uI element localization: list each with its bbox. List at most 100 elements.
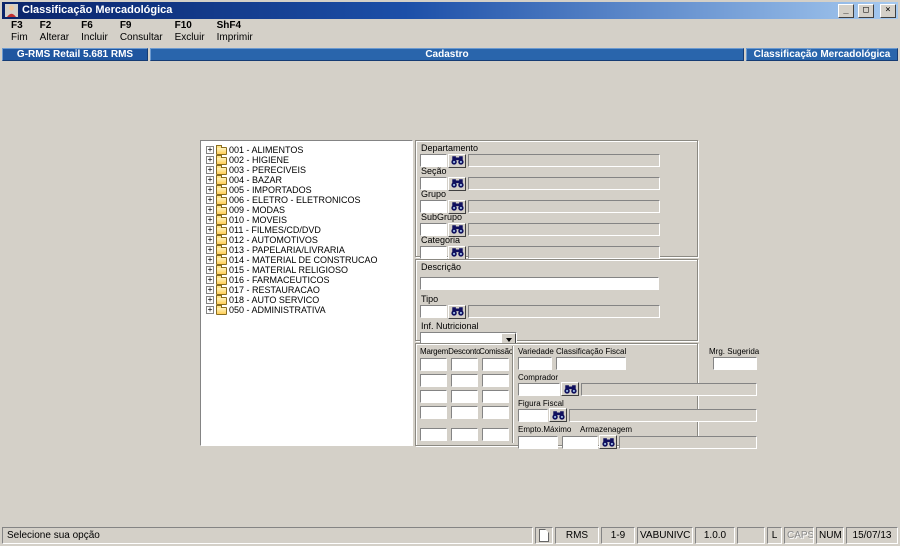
- armazenagem-label: Armazenagem: [580, 425, 633, 434]
- categoria-lookup-button[interactable]: [448, 245, 466, 260]
- comissao-input[interactable]: [482, 358, 509, 371]
- toolbar-key: F9: [119, 20, 132, 31]
- desconto-input[interactable]: [451, 358, 478, 371]
- desconto-input[interactable]: [451, 428, 478, 441]
- tree-item[interactable]: + 009 - MODAS: [203, 204, 410, 215]
- expand-plus-icon[interactable]: +: [206, 236, 214, 244]
- grupo-name-display: [468, 200, 660, 213]
- toolbar-button-imprimir[interactable]: ShF4 Imprimir: [217, 20, 253, 43]
- tree-item[interactable]: + 005 - IMPORTADOS: [203, 184, 410, 195]
- tree-item[interactable]: + 012 - AUTOMOTIVOS: [203, 234, 410, 245]
- description-group: Descrição Tipo Inf. Nutricional: [415, 259, 698, 347]
- expand-plus-icon[interactable]: +: [206, 216, 214, 224]
- folder-icon: [216, 204, 227, 215]
- field-label: SubGrupo: [421, 212, 463, 222]
- desconto-input[interactable]: [451, 374, 478, 387]
- minimize-button[interactable]: _: [838, 3, 854, 18]
- comprador-lookup-button[interactable]: [561, 382, 579, 396]
- classificacao-fiscal-label: Classificação Fiscal: [556, 347, 627, 356]
- margem-input[interactable]: [420, 390, 447, 403]
- desconto-input[interactable]: [451, 390, 478, 403]
- margem-input[interactable]: [420, 406, 447, 419]
- category-tree[interactable]: + 001 - ALIMENTOS + 002 - HIGIENE + 003 …: [200, 140, 413, 446]
- armazenagem-code-input[interactable]: [562, 435, 598, 449]
- toolbar-label: Alterar: [39, 32, 70, 43]
- tree-item[interactable]: + 017 - RESTAURACAO: [203, 284, 410, 295]
- tree-item[interactable]: + 003 - PERECIVEIS: [203, 164, 410, 175]
- expand-plus-icon[interactable]: +: [206, 256, 214, 264]
- tipo-lookup-button[interactable]: [448, 304, 466, 319]
- toolbar-label: Imprimir: [216, 32, 253, 43]
- expand-plus-icon[interactable]: +: [206, 146, 214, 154]
- expand-plus-icon[interactable]: +: [206, 206, 214, 214]
- close-button[interactable]: ×: [880, 3, 896, 18]
- armazenagem-lookup-button[interactable]: [599, 435, 617, 449]
- toolbar-button-alterar[interactable]: F2 Alterar: [40, 20, 69, 43]
- tree-item[interactable]: + 016 - FARMACEUTICOS: [203, 274, 410, 285]
- empto-maximo-input[interactable]: [518, 435, 558, 449]
- field-label: Grupo: [421, 189, 447, 199]
- tree-item[interactable]: + 001 - ALIMENTOS: [203, 144, 410, 155]
- comprador-code-input[interactable]: [518, 382, 560, 396]
- toolbar-button-incluir[interactable]: F6 Incluir: [81, 20, 108, 43]
- classificacao-fiscal-input[interactable]: [556, 357, 626, 370]
- secao-lookup-button[interactable]: [448, 176, 466, 191]
- expand-plus-icon[interactable]: +: [206, 196, 214, 204]
- toolbar-button-consultar[interactable]: F9 Consultar: [120, 20, 163, 43]
- departamento-lookup-button[interactable]: [448, 153, 466, 168]
- restore-button[interactable]: □: [858, 3, 874, 18]
- tree-item[interactable]: + 011 - FILMES/CD/DVD: [203, 224, 410, 235]
- categoria-code-input[interactable]: [420, 246, 447, 259]
- tree-item[interactable]: + 010 - MOVEIS: [203, 214, 410, 225]
- comissao-input[interactable]: [482, 374, 509, 387]
- tree-item-label: 002 - HIGIENE: [229, 155, 290, 165]
- margem-input[interactable]: [420, 358, 447, 371]
- variedade-input[interactable]: [518, 357, 552, 370]
- comissao-input[interactable]: [482, 390, 509, 403]
- margins-row: [420, 406, 510, 419]
- expand-plus-icon[interactable]: +: [206, 276, 214, 284]
- expand-plus-icon[interactable]: +: [206, 156, 214, 164]
- expand-plus-icon[interactable]: +: [206, 306, 214, 314]
- tree-item[interactable]: + 050 - ADMINISTRATIVA: [203, 304, 410, 315]
- tree-item[interactable]: + 006 - ELETRO - ELETRONICOS: [203, 194, 410, 205]
- expand-plus-icon[interactable]: +: [206, 226, 214, 234]
- tree-item-label: 009 - MODAS: [229, 205, 286, 215]
- tipo-code-input[interactable]: [420, 305, 447, 318]
- tree-item[interactable]: + 004 - BAZAR: [203, 174, 410, 185]
- toolbar-button-fim[interactable]: F3 Fim: [11, 20, 28, 43]
- expand-plus-icon[interactable]: +: [206, 266, 214, 274]
- secao-name-display: [468, 177, 660, 190]
- tree-item[interactable]: + 015 - MATERIAL RELIGIOSO: [203, 264, 410, 275]
- field-departamento: Departamento: [420, 143, 693, 168]
- tree-item[interactable]: + 002 - HIGIENE: [203, 154, 410, 165]
- expand-plus-icon[interactable]: +: [206, 186, 214, 194]
- app-window: Classificação Mercadológica _ □ × F3 Fim…: [0, 0, 900, 546]
- tree-item-label: 003 - PERECIVEIS: [229, 165, 307, 175]
- tree-item-label: 011 - FILMES/CD/DVD: [229, 225, 321, 235]
- expand-plus-icon[interactable]: +: [206, 286, 214, 294]
- expand-plus-icon[interactable]: +: [206, 246, 214, 254]
- tree-item[interactable]: + 014 - MATERIAL DE CONSTRUCAO: [203, 254, 410, 265]
- variedade-label: Variedade: [518, 347, 554, 356]
- margem-input[interactable]: [420, 428, 447, 441]
- status-range: 1-9: [601, 527, 635, 544]
- figura-fiscal-lookup-button[interactable]: [549, 408, 567, 422]
- tree-item[interactable]: + 013 - PAPELARIA/LIVRARIA: [203, 244, 410, 255]
- margem-input[interactable]: [420, 374, 447, 387]
- comissao-input[interactable]: [482, 428, 509, 441]
- mrg-sugerida-input[interactable]: [713, 357, 757, 370]
- folder-icon: [216, 264, 227, 275]
- comissao-input[interactable]: [482, 406, 509, 419]
- field-label: Departamento: [421, 143, 479, 153]
- expand-plus-icon[interactable]: +: [206, 176, 214, 184]
- desconto-input[interactable]: [451, 406, 478, 419]
- form-pane: Departamento Seção Grupo SubGrupo Catego…: [415, 140, 759, 449]
- folder-icon: [216, 154, 227, 165]
- toolbar-button-excluir[interactable]: F10 Excluir: [175, 20, 205, 43]
- expand-plus-icon[interactable]: +: [206, 166, 214, 174]
- figura-fiscal-code-input[interactable]: [518, 408, 548, 422]
- descricao-input[interactable]: [420, 277, 659, 290]
- tree-item[interactable]: + 018 - AUTO SERVICO: [203, 294, 410, 305]
- expand-plus-icon[interactable]: +: [206, 296, 214, 304]
